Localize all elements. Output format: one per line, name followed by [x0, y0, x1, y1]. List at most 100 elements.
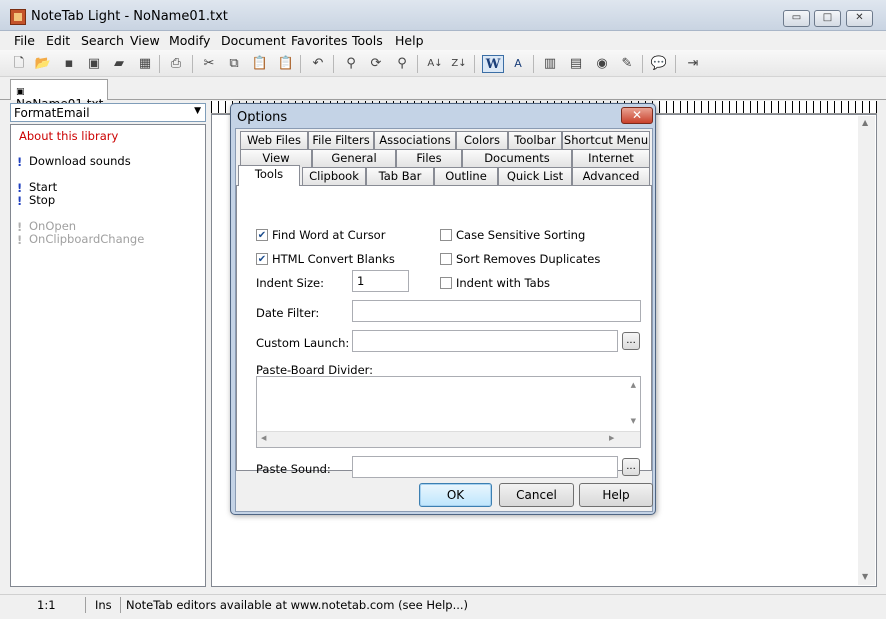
menu-modify[interactable]: Modify [169, 33, 210, 48]
tab-clipbook[interactable]: Clipbook [302, 167, 366, 185]
undo-icon[interactable]: ↶ [309, 55, 327, 73]
library-item-download-sounds[interactable]: Download sounds [29, 154, 131, 168]
paste-sound-browse-button[interactable]: ... [622, 458, 640, 476]
library-item-about[interactable]: About this library [19, 129, 118, 143]
font-icon[interactable]: A [509, 55, 527, 73]
pasteboard-textarea[interactable]: ▲ ▼ ◀ ▶ [256, 376, 641, 448]
sort-duplicates-checkbox[interactable] [440, 253, 452, 265]
find-word-label: Find Word at Cursor [272, 228, 386, 242]
ok-button[interactable]: OK [419, 483, 492, 507]
menu-edit[interactable]: Edit [46, 33, 70, 48]
toolbar-separator [417, 55, 418, 73]
tab-internet[interactable]: Internet [572, 149, 650, 167]
scroll-up-icon[interactable]: ▲ [862, 118, 868, 127]
tab-outline[interactable]: Outline [434, 167, 498, 185]
library-item-onclipboardchange[interactable]: OnClipboardChange [29, 232, 144, 246]
tab-files[interactable]: Files [396, 149, 462, 167]
document-tab-bar [0, 77, 886, 100]
menu-search[interactable]: Search [81, 33, 124, 48]
find-icon[interactable]: ⚲ [342, 55, 360, 73]
save-icon[interactable]: ▪ [60, 55, 78, 73]
indent-tabs-checkbox[interactable] [440, 277, 452, 289]
indent-size-input[interactable]: 1 [352, 270, 409, 292]
custom-launch-input[interactable] [352, 330, 618, 352]
exit-icon[interactable]: ⇥ [684, 55, 702, 73]
spell-check-icon[interactable]: ✎ [618, 55, 636, 73]
document-tab[interactable]: ▣ NoName01.txt [10, 79, 108, 111]
copy-icon[interactable]: ⧉ [225, 55, 243, 73]
tab-colors[interactable]: Colors [456, 131, 508, 149]
find-word-checkbox[interactable]: ✔ [256, 229, 268, 241]
tab-tools[interactable]: Tools [238, 165, 300, 186]
app-icon [10, 9, 26, 25]
toolbar-separator [333, 55, 334, 73]
paste-sound-input[interactable] [352, 456, 618, 478]
date-filter-input[interactable] [352, 300, 641, 322]
help-button[interactable]: Help [579, 483, 653, 507]
tab-file-filters[interactable]: File Filters [308, 131, 374, 149]
toolbar-separator [474, 55, 475, 73]
print-icon[interactable]: ⎙ [167, 55, 185, 73]
word-wrap-icon[interactable]: W [482, 55, 504, 73]
tab-quick-list[interactable]: Quick List [498, 167, 572, 185]
clip-marker-icon: ! [17, 220, 23, 234]
menu-help[interactable]: Help [395, 33, 424, 48]
pasteboard-label: Paste-Board Divider: [256, 363, 374, 377]
status-separator [85, 597, 86, 613]
help-topics-icon[interactable]: 💬 [650, 55, 668, 73]
library-item-stop[interactable]: Stop [29, 193, 55, 207]
case-sensitive-checkbox[interactable] [440, 229, 452, 241]
tab-tab-bar[interactable]: Tab Bar [366, 167, 434, 185]
new-document-icon[interactable]: 🗋 [10, 55, 28, 73]
menu-favorites[interactable]: Favorites [291, 33, 347, 48]
find-next-icon[interactable]: ⚲ [393, 55, 411, 73]
tab-associations[interactable]: Associations [374, 131, 456, 149]
scroll-left-icon[interactable]: ◀ [261, 434, 266, 442]
library-selector[interactable]: FormatEmail ▼ [10, 103, 206, 122]
open-folder-icon[interactable]: 📂 [34, 55, 52, 73]
dialog-body: Web Files File Filters Associations Colo… [235, 128, 653, 512]
replace-icon[interactable]: ⟳ [367, 55, 385, 73]
library-item-start[interactable]: Start [29, 180, 57, 194]
paste-special-icon[interactable]: 📋 [277, 55, 295, 73]
scroll-down-icon[interactable]: ▼ [631, 417, 636, 425]
html-blanks-checkbox[interactable]: ✔ [256, 253, 268, 265]
scroll-down-icon[interactable]: ▼ [862, 572, 868, 581]
cut-icon[interactable]: ✂ [200, 55, 218, 73]
clip-marker-icon: ! [17, 194, 23, 208]
close-file-icon[interactable]: ▦ [136, 55, 154, 73]
toolbar-separator [675, 55, 676, 73]
editor-vertical-scrollbar[interactable]: ▲ ▼ [858, 116, 875, 585]
menu-document[interactable]: Document [221, 33, 286, 48]
clip-marker-icon: ! [17, 233, 23, 247]
paste-icon[interactable]: 📋 [251, 55, 269, 73]
minimize-button[interactable]: ▭ [783, 10, 810, 27]
save-all-icon[interactable]: ▣ [85, 55, 103, 73]
custom-launch-browse-button[interactable]: ... [622, 332, 640, 350]
menu-view[interactable]: View [130, 33, 160, 48]
menu-tools[interactable]: Tools [352, 33, 383, 48]
library-item-onopen[interactable]: OnOpen [29, 219, 76, 233]
tab-shortcut-menu[interactable]: Shortcut Menu [562, 131, 650, 149]
open-file-icon[interactable]: ▰ [110, 55, 128, 73]
maximize-button[interactable]: □ [814, 10, 841, 27]
window-title: NoteTab Light - NoName01.txt [31, 9, 228, 24]
cancel-button[interactable]: Cancel [499, 483, 574, 507]
sort-ascending-icon[interactable]: A↓ [426, 55, 444, 73]
tab-documents[interactable]: Documents [462, 149, 572, 167]
pasteboard-horizontal-scrollbar[interactable]: ◀ ▶ [257, 431, 640, 447]
dialog-close-icon[interactable]: ✕ [621, 107, 653, 124]
tab-advanced[interactable]: Advanced [572, 167, 650, 185]
scroll-up-icon[interactable]: ▲ [631, 381, 636, 389]
scroll-right-icon[interactable]: ▶ [609, 434, 614, 442]
status-separator [120, 597, 121, 613]
menu-file[interactable]: File [14, 33, 35, 48]
sort-descending-icon[interactable]: Z↓ [450, 55, 468, 73]
tab-general[interactable]: General [312, 149, 396, 167]
tab-toolbar[interactable]: Toolbar [508, 131, 562, 149]
tab-web-files[interactable]: Web Files [240, 131, 308, 149]
library-icon[interactable]: ▥ [541, 55, 559, 73]
close-button[interactable]: ✕ [846, 10, 873, 27]
clipbook-icon[interactable]: ▤ [567, 55, 585, 73]
stats-icon[interactable]: ◉ [593, 55, 611, 73]
